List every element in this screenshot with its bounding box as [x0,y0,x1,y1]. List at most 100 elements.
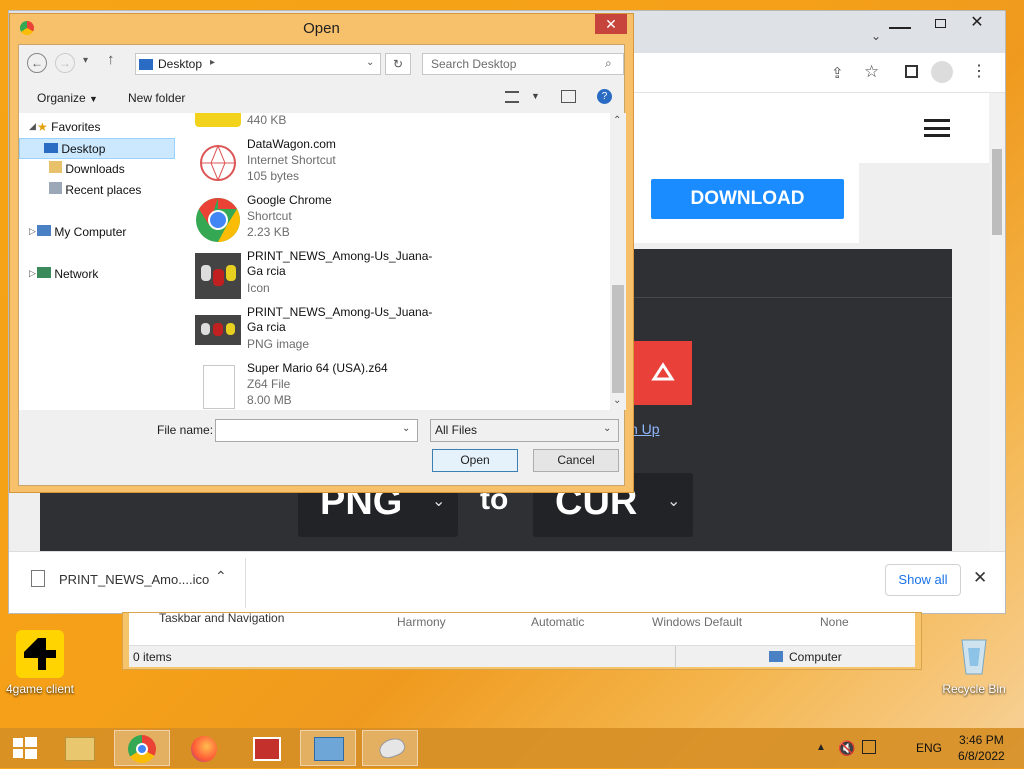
list-item[interactable]: Google Chrome Shortcut 2.23 KB [195,193,495,247]
computer-icon [37,225,51,236]
help-icon[interactable]: ? [597,89,612,104]
navigation-pane: ◢ ★ Favorites Desktop Downloads Recent p… [19,113,189,410]
list-item[interactable]: Super Mario 64 (USA).z64 Z64 File 8.00 M… [195,361,495,410]
list-item[interactable]: DataWagon.com Internet Shortcut 105 byte… [195,137,495,191]
chevron-down-icon: ⌄ [432,493,446,510]
4game-icon [16,630,64,678]
address-bar[interactable]: Desktop ▸ ⌄ [135,53,381,75]
google-drive-button[interactable] [634,341,692,405]
download-button[interactable]: DOWNLOAD [651,179,844,219]
preview-pane-icon[interactable] [561,90,576,103]
taskbar-news-app[interactable] [238,730,294,766]
forward-button[interactable]: → [55,53,75,73]
clock-date[interactable]: 6/8/2022 [958,749,1005,763]
expand-arrow-icon[interactable]: ◢ [29,121,36,132]
file-explorer-icon [65,737,95,761]
scroll-up-icon[interactable]: ⌃ [613,115,621,126]
cancel-button[interactable]: Cancel [533,449,619,472]
file-list-scrollbar[interactable]: ⌃ ⌄ [610,113,626,410]
view-dropdown-icon[interactable]: ▼ [531,91,540,101]
nav-favorites[interactable]: ★ Favorites [37,117,187,138]
explorer-content: Taskbar and Navigation Harmony Automatic… [129,611,915,645]
maximize-button[interactable] [935,19,946,28]
chevron-up-icon[interactable]: ⌃ [215,568,227,585]
list-item[interactable]: PRINT_NEWS_Among-Us_Juana-Ga rcia PNG im… [195,305,495,359]
explorer-window: Taskbar and Navigation Harmony Automatic… [122,611,922,670]
show-hidden-icons-icon[interactable]: ▲ [816,742,826,753]
list-item[interactable]: 440 KB [195,113,495,131]
nav-downloads[interactable]: Downloads [49,159,189,180]
taskbar-firefox[interactable] [176,730,232,766]
shelf-divider [245,558,246,608]
file-name-label: File name: [157,423,214,437]
expand-arrow-icon[interactable]: ▷ [29,226,36,237]
nav-network[interactable]: Network [37,264,187,285]
address-dropdown-icon[interactable]: ⌄ [366,57,374,68]
hamburger-menu-icon[interactable] [924,119,950,137]
dialog-close-button[interactable]: ✕ [595,14,627,34]
nav-desktop[interactable]: Desktop [19,138,175,159]
view-options-icon[interactable] [505,91,519,103]
desktop-icon-4game[interactable]: 4game client [0,630,80,696]
scrollbar-thumb[interactable] [612,285,624,393]
status-location: Computer [789,650,842,664]
share-icon[interactable]: ⇪ [831,64,844,82]
chevron-down-icon: ⌄ [667,493,681,510]
dialog-body: ← → ▾ ↑ Desktop ▸ ⌄ ↻ Search Desktop ⌕ O… [18,44,626,486]
profile-avatar-icon[interactable] [931,61,953,83]
taskbar-file-explorer[interactable] [52,730,108,766]
up-button[interactable]: ↑ [107,51,115,68]
chevron-down-icon[interactable]: ⌄ [402,423,410,434]
close-shelf-icon[interactable]: ✕ [973,568,987,588]
close-button[interactable]: ✕ [955,11,999,35]
signup-link[interactable]: n Up [630,421,660,437]
search-input[interactable]: Search Desktop ⌕ [422,53,624,75]
taskbar-chrome[interactable] [114,730,170,766]
new-folder-button[interactable]: New folder [128,91,185,105]
status-bar: 0 items Computer [129,645,915,668]
chevron-down-icon: ⌄ [603,423,612,434]
desktop-icon-recycle-bin[interactable]: Recycle Bin [934,630,1014,696]
downloads-folder-icon [49,161,62,173]
open-dialog: Open ✕ ← → ▾ ↑ Desktop ▸ ⌄ ↻ Search Desk… [9,13,634,493]
status-divider [675,646,676,668]
file-type-select[interactable]: All Files ⌄ [430,419,619,442]
menu-kebab-icon[interactable]: ⋮ [971,61,987,81]
among-us-png-icon [195,315,241,345]
open-button[interactable]: Open [432,449,518,472]
show-all-button[interactable]: Show all [885,564,961,596]
download-shelf: PRINT_NEWS_Amo....ico ⌃ Show all ✕ [9,551,1005,613]
breadcrumb-arrow-icon[interactable]: ▸ [210,57,215,68]
scrollbar-thumb[interactable] [992,149,1002,235]
list-item[interactable]: PRINT_NEWS_Among-Us_Juana-Ga rcia Icon [195,249,495,303]
taskbar-control-panel[interactable] [300,730,356,766]
nav-my-computer[interactable]: My Computer [37,222,187,243]
file-name-input[interactable]: ⌄ [215,419,418,442]
recent-locations-chevron-icon[interactable]: ▾ [83,55,88,66]
file-list: 440 KB DataWagon.com Internet Shortcut 1… [189,113,626,410]
taskbar: ▲ 🔇 ENG 3:46 PM 6/8/2022 [0,728,1024,768]
scroll-down-icon[interactable]: ⌄ [613,395,621,406]
google-chrome-icon [195,197,241,243]
bookmark-star-icon[interactable]: ☆ [864,62,879,82]
tab-list-chevron-icon[interactable]: ⌄ [871,29,881,43]
organize-button[interactable]: Organize ▼ [37,91,98,105]
desktop-folder-icon [44,143,58,153]
side-panel-icon[interactable] [905,65,918,78]
language-indicator[interactable]: ENG [916,741,942,755]
news-icon [253,737,281,761]
start-button[interactable] [0,730,50,766]
nav-recent-places[interactable]: Recent places [49,180,189,201]
network-tray-icon[interactable] [862,740,876,754]
taskbar-mouse-properties[interactable] [362,730,418,766]
page-scrollbar[interactable] [989,93,1005,553]
back-button[interactable]: ← [27,53,47,73]
recent-places-icon [49,182,62,194]
volume-muted-icon[interactable]: 🔇 [838,740,855,757]
recycle-bin-icon [950,630,998,678]
minimize-button[interactable] [889,27,911,29]
expand-arrow-icon[interactable]: ▷ [29,268,36,279]
refresh-button[interactable]: ↻ [385,53,411,75]
download-item-name[interactable]: PRINT_NEWS_Amo....ico [59,572,209,587]
clock-time[interactable]: 3:46 PM [959,733,1004,747]
